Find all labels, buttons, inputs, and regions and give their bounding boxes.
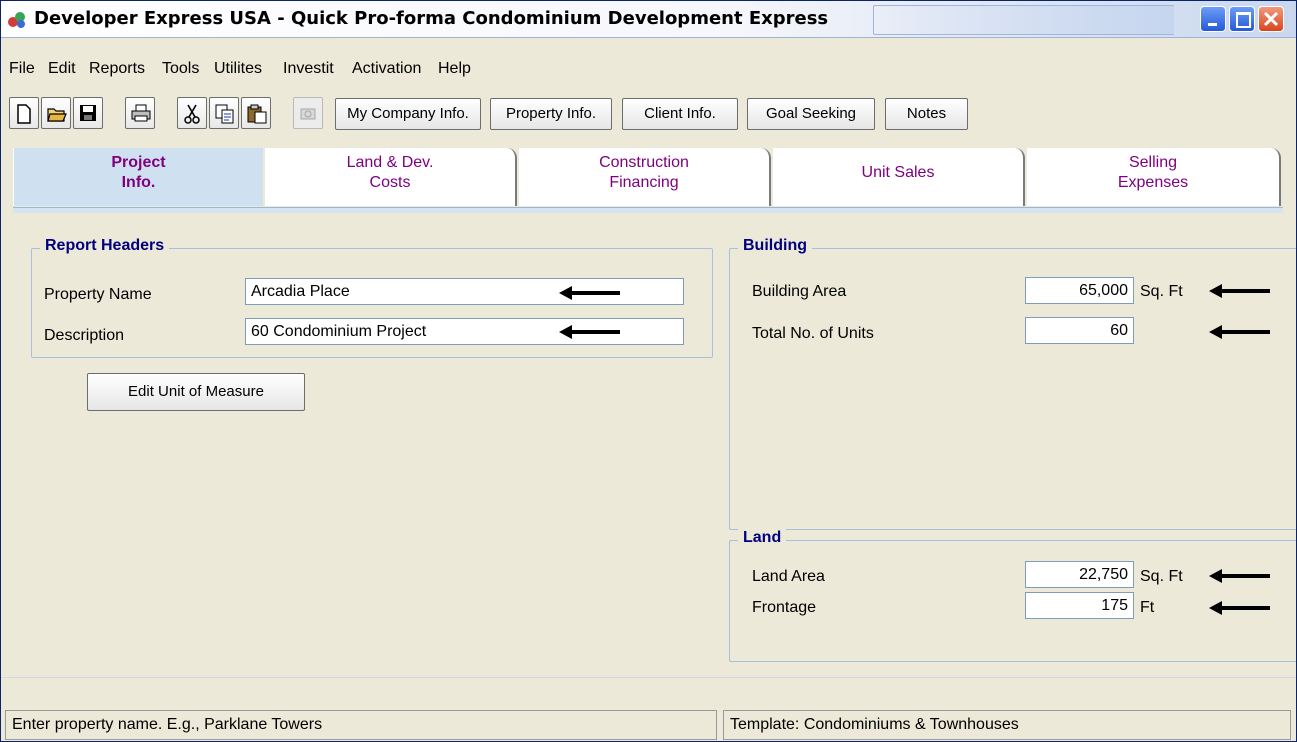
maximize-button[interactable] [1229, 6, 1255, 32]
close-button[interactable] [1258, 6, 1284, 32]
property-info-button[interactable]: Property Info. [490, 98, 612, 130]
tab-unit-sales-line1: Unit Sales [861, 164, 935, 181]
tab-construction-financing-line2: Financing [609, 174, 679, 191]
tab-construction-financing-line1: Construction [599, 154, 689, 171]
land-area-unit: Sq. Ft [1140, 568, 1183, 585]
menu-activation[interactable]: Activation [352, 60, 421, 78]
menu-utilites[interactable]: Utilites [214, 60, 262, 78]
maximize-icon [1236, 12, 1251, 28]
tab-selling-expenses-line2: Expenses [1117, 174, 1189, 191]
close-icon [1263, 11, 1279, 27]
tab-project-info[interactable]: Project Info. [13, 148, 263, 206]
edit-unit-of-measure-button[interactable]: Edit Unit of Measure [87, 373, 305, 411]
status-template: Template: Condominiums & Townhouses [723, 710, 1291, 740]
tab-project-info-line1: Project [111, 154, 166, 171]
print-icon [131, 104, 151, 122]
project-info-panel: Report Headers Property Name Arcadia Pla… [13, 213, 1296, 677]
menu-edit[interactable]: Edit [48, 60, 76, 78]
my-company-info-button[interactable]: My Company Info. [335, 98, 481, 130]
camera-button[interactable] [293, 97, 323, 129]
minimize-icon [1208, 23, 1217, 26]
menu-bar: File Edit Reports Tools Utilites Investi… [1, 58, 1296, 86]
tab-land-dev-costs[interactable]: Land & Dev. Costs [265, 148, 517, 206]
tab-land-dev-costs-line2: Costs [369, 174, 411, 191]
title-bar-decoration [873, 5, 1174, 35]
camera-icon [300, 108, 316, 120]
goal-seeking-button[interactable]: Goal Seeking [747, 98, 875, 130]
left-arrow-icon [1209, 325, 1270, 339]
app-window: Developer Express USA - Quick Pro-forma … [0, 0, 1297, 742]
save-disk-icon [80, 105, 96, 121]
notes-button[interactable]: Notes [885, 98, 968, 130]
save-button[interactable] [73, 97, 103, 129]
cut-button[interactable] [177, 97, 207, 129]
bottom-strip [1, 677, 1296, 708]
copy-icon [215, 104, 234, 124]
paste-icon [247, 104, 267, 124]
client-info-button[interactable]: Client Info. [622, 98, 738, 130]
new-file-icon [17, 104, 31, 124]
tab-selling-expenses-line1: Selling [1128, 154, 1178, 171]
window-title: Developer Express USA - Quick Pro-forma … [34, 8, 829, 29]
property-name-label: Property Name [44, 286, 152, 303]
left-arrow-icon [559, 325, 620, 339]
new-button[interactable] [9, 97, 39, 129]
left-arrow-icon [1209, 284, 1270, 298]
tab-bar: Project Info. Land & Dev. Costs Construc… [13, 148, 1283, 208]
cut-scissors-icon [184, 104, 200, 124]
frontage-label: Frontage [752, 599, 817, 616]
land-group: Land Land Area 22,750 Sq. Ft Frontage 17… [729, 529, 1296, 662]
land-title: Land [738, 529, 787, 547]
menu-reports[interactable]: Reports [89, 60, 145, 78]
description-label: Description [44, 327, 125, 344]
building-group: Building Building Area 65,000 Sq. Ft Tot… [729, 237, 1296, 530]
menu-investit[interactable]: Investit [283, 60, 334, 78]
report-headers-group: Report Headers Property Name Arcadia Pla… [31, 237, 713, 358]
tab-project-info-line2: Info. [121, 174, 156, 191]
land-area-field[interactable]: 22,750 [1025, 561, 1134, 588]
title-bar[interactable]: Developer Express USA - Quick Pro-forma … [1, 1, 1296, 38]
menu-file[interactable]: File [9, 60, 35, 78]
building-area-label: Building Area [752, 283, 847, 300]
paste-button[interactable] [241, 97, 271, 129]
frontage-unit: Ft [1140, 599, 1155, 616]
menu-help[interactable]: Help [438, 60, 471, 78]
tab-construction-financing[interactable]: Construction Financing [519, 148, 771, 206]
app-logo-icon [6, 8, 28, 30]
toolbar: My Company Info. Property Info. Client I… [1, 89, 1296, 139]
minimize-button[interactable] [1200, 6, 1226, 32]
left-arrow-icon [1209, 601, 1270, 615]
left-arrow-icon [559, 286, 620, 300]
open-button[interactable] [41, 97, 71, 129]
menu-tools[interactable]: Tools [162, 60, 199, 78]
building-area-field[interactable]: 65,000 [1025, 277, 1134, 304]
building-area-unit: Sq. Ft [1140, 283, 1183, 300]
copy-button[interactable] [209, 97, 239, 129]
left-arrow-icon [1209, 569, 1270, 583]
total-units-label: Total No. of Units [752, 325, 874, 342]
frontage-field[interactable]: 175 [1025, 592, 1134, 619]
open-folder-icon [47, 108, 67, 122]
total-units-field[interactable]: 60 [1025, 317, 1134, 344]
tab-selling-expenses[interactable]: Selling Expenses [1027, 148, 1281, 206]
status-message: Enter property name. E.g., Parklane Towe… [5, 710, 717, 740]
report-headers-title: Report Headers [40, 237, 170, 255]
building-title: Building [738, 237, 812, 255]
tab-unit-sales[interactable]: Unit Sales [773, 148, 1025, 206]
print-button[interactable] [125, 97, 155, 129]
land-area-label: Land Area [752, 568, 825, 585]
tab-land-dev-costs-line1: Land & Dev. [346, 154, 434, 171]
